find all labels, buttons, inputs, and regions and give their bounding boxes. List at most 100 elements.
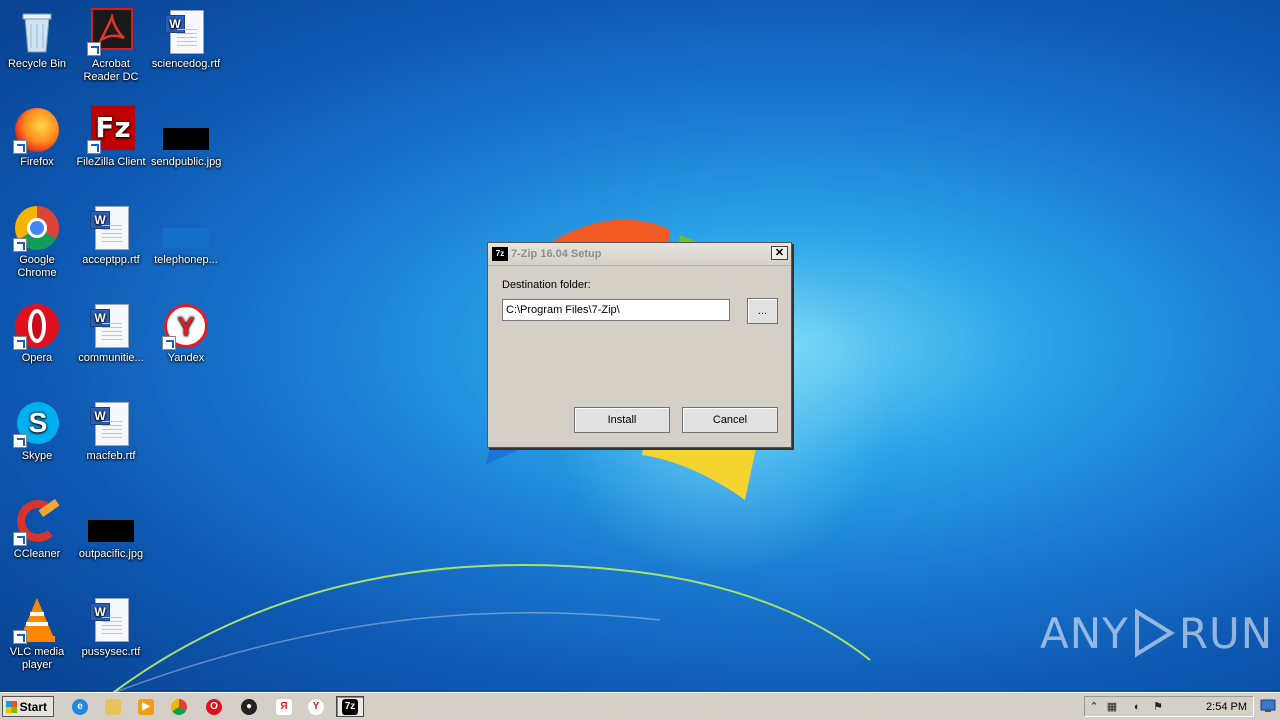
taskbar: Start e ▶ O ● Я Y 7z ⌃ ▦ ◖ ⚑ 2:54 PM bbox=[0, 692, 1280, 720]
play-icon bbox=[1134, 608, 1175, 658]
yandex-browser-icon: Я bbox=[276, 698, 292, 715]
desktop-icon-opera[interactable]: Opera bbox=[0, 302, 74, 365]
dialog-title: 7-Zip 16.04 Setup bbox=[511, 248, 602, 260]
desktop-icon-acrobat[interactable]: Acrobat Reader DC bbox=[74, 8, 148, 84]
firefox-icon bbox=[13, 106, 61, 154]
setup-dialog: 7z 7-Zip 16.04 Setup ✕ Destination folde… bbox=[487, 242, 792, 448]
word-document-icon: W bbox=[162, 8, 210, 56]
monitor-icon bbox=[1260, 699, 1276, 712]
desktop-icon-recycle-bin[interactable]: Recycle Bin bbox=[0, 8, 74, 71]
windows-logo-icon bbox=[6, 700, 17, 713]
taskbar-app[interactable]: ● bbox=[235, 696, 263, 717]
browse-button[interactable]: ... bbox=[747, 298, 778, 324]
desktop-icon-sciencedog[interactable]: W sciencedog.rtf bbox=[149, 8, 223, 71]
wallpaper-swoosh bbox=[100, 564, 871, 699]
desktop-icon-label: acceptpp.rtf bbox=[82, 254, 140, 266]
dialog-titlebar[interactable]: 7z 7-Zip 16.04 Setup bbox=[488, 243, 791, 266]
shortcut-arrow-icon bbox=[162, 336, 176, 350]
desktop-icon-label: pussysec.rtf bbox=[81, 646, 141, 658]
anyrun-watermark: ANY RUN bbox=[1040, 608, 1273, 658]
vlc-cone-icon bbox=[13, 596, 61, 644]
shortcut-arrow-icon bbox=[87, 140, 101, 154]
image-thumbnail-icon bbox=[162, 106, 210, 154]
desktop-icon-label: sendpublic.jpg bbox=[151, 156, 222, 168]
shortcut-arrow-icon bbox=[13, 140, 27, 154]
internet-explorer-icon: e bbox=[72, 698, 88, 715]
taskbar-opera[interactable]: O bbox=[200, 696, 228, 717]
desktop-icon-ccleaner[interactable]: CCleaner bbox=[0, 498, 74, 561]
desktop-icon-label: outpacific.jpg bbox=[78, 548, 144, 560]
volume-icon[interactable]: ◖ bbox=[1129, 700, 1143, 714]
desktop-icon-label: FileZilla Client bbox=[76, 156, 146, 168]
tray-expand-icon[interactable]: ⌃ bbox=[1087, 700, 1101, 714]
desktop-icon-communitie[interactable]: W communitie... bbox=[74, 302, 148, 365]
acrobat-icon bbox=[87, 8, 135, 56]
taskbar-chrome[interactable] bbox=[165, 696, 193, 717]
opera-icon bbox=[13, 302, 61, 350]
recycle-bin-icon bbox=[13, 8, 61, 56]
desktop-icon-label: Acrobat Reader DC bbox=[83, 58, 139, 83]
desktop-icon-label: Recycle Bin bbox=[7, 58, 67, 70]
shortcut-arrow-icon bbox=[13, 630, 27, 644]
desktop-icon-label: VLC media player bbox=[9, 646, 65, 671]
7zip-app-icon: 7z bbox=[492, 247, 508, 261]
desktop-icon-label: Opera bbox=[21, 352, 53, 364]
taskbar-7zip-setup[interactable]: 7z bbox=[336, 696, 364, 717]
desktop-icon-yandex[interactable]: Y Yandex bbox=[149, 302, 223, 365]
media-player-icon: ▶ bbox=[138, 698, 154, 715]
show-desktop-button[interactable] bbox=[1260, 698, 1276, 714]
opera-icon: O bbox=[206, 698, 222, 715]
skype-icon: S bbox=[13, 400, 61, 448]
chrome-icon bbox=[171, 698, 187, 715]
shortcut-arrow-icon bbox=[13, 336, 27, 350]
image-thumbnail-icon bbox=[162, 204, 210, 252]
desktop-icon-firefox[interactable]: Firefox bbox=[0, 106, 74, 169]
destination-folder-label: Destination folder: bbox=[502, 279, 591, 291]
network-icon[interactable]: ▦ bbox=[1105, 700, 1119, 714]
desktop-icon-label: Yandex bbox=[167, 352, 205, 364]
7zip-app-icon: 7z bbox=[342, 698, 358, 715]
desktop-icon-chrome[interactable]: Google Chrome bbox=[0, 204, 74, 280]
close-button[interactable]: ✕ bbox=[771, 246, 788, 260]
filezilla-icon: Fz bbox=[87, 106, 135, 154]
desktop-icon-sendpublic[interactable]: sendpublic.jpg bbox=[149, 106, 223, 169]
cancel-button[interactable]: Cancel bbox=[682, 407, 778, 433]
desktop-icon-label: sciencedog.rtf bbox=[151, 58, 221, 70]
yandex-icon: Y bbox=[162, 302, 210, 350]
word-document-icon: W bbox=[87, 302, 135, 350]
taskbar-explorer[interactable] bbox=[99, 696, 127, 717]
app-icon: ● bbox=[241, 698, 257, 715]
destination-folder-input[interactable] bbox=[502, 299, 730, 321]
install-button[interactable]: Install bbox=[574, 407, 670, 433]
action-center-flag-icon[interactable]: ⚑ bbox=[1151, 700, 1165, 714]
image-thumbnail-icon bbox=[87, 498, 135, 546]
desktop-icon-pussysec[interactable]: W pussysec.rtf bbox=[74, 596, 148, 659]
desktop-icon-skype[interactable]: S Skype bbox=[0, 400, 74, 463]
clock[interactable]: 2:54 PM bbox=[1206, 700, 1247, 714]
desktop-icon-outpacific[interactable]: outpacific.jpg bbox=[74, 498, 148, 561]
taskbar-yandex-browser[interactable]: Я bbox=[270, 696, 298, 717]
desktop-icon-label: Skype bbox=[21, 450, 53, 462]
shortcut-arrow-icon bbox=[13, 434, 27, 448]
desktop-icon-label: Google Chrome bbox=[17, 254, 57, 279]
desktop-icon-macfeb[interactable]: W macfeb.rtf bbox=[74, 400, 148, 463]
desktop-icon-filezilla[interactable]: Fz FileZilla Client bbox=[74, 106, 148, 169]
desktop-icon-vlc[interactable]: VLC media player bbox=[0, 596, 74, 672]
start-button[interactable]: Start bbox=[2, 696, 54, 717]
desktop-icon-label: telephonep... bbox=[154, 254, 218, 266]
taskbar-yandex[interactable]: Y bbox=[302, 696, 330, 717]
word-document-icon: W bbox=[87, 400, 135, 448]
taskbar-media-player[interactable]: ▶ bbox=[132, 696, 160, 717]
folder-icon bbox=[105, 698, 121, 715]
ccleaner-icon bbox=[13, 498, 61, 546]
desktop-icon-label: communitie... bbox=[78, 352, 144, 364]
desktop-icon-label: macfeb.rtf bbox=[86, 450, 136, 462]
desktop-icon-acceptpp[interactable]: W acceptpp.rtf bbox=[74, 204, 148, 267]
desktop-icon-label: Firefox bbox=[20, 156, 54, 168]
desktop-icon-telephonep[interactable]: telephonep... bbox=[149, 204, 223, 267]
watermark-text-right: RUN bbox=[1178, 608, 1274, 658]
system-tray: ⌃ ▦ ◖ ⚑ 2:54 PM bbox=[1084, 696, 1254, 717]
chrome-icon bbox=[13, 204, 61, 252]
watermark-text-left: ANY bbox=[1040, 608, 1129, 658]
taskbar-ie[interactable]: e bbox=[66, 696, 94, 717]
